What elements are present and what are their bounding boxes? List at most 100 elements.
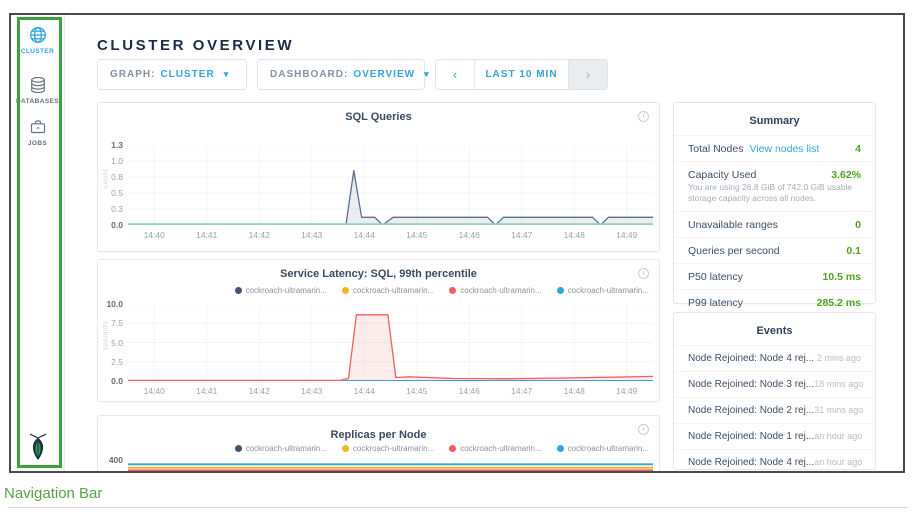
x-tick-label: 14:41 [196,386,217,396]
y-tick-label: 1.3 [98,140,123,150]
event-time: 2 mins ago [817,353,861,363]
sidebar-item-jobs[interactable]: JOBS [11,117,64,147]
cockroachdb-logo[interactable] [11,433,64,466]
graph-dropdown[interactable]: GRAPH: CLUSTER ▾ [97,59,247,90]
x-tick-label: 14:49 [616,386,637,396]
admin-ui-window: CLUSTER DATABASES JOBS [9,13,905,473]
x-tick-label: 14:40 [144,386,165,396]
chart-sql-queries: SQL Queries i count 1.31.00.80.50.30.0 1… [97,102,660,252]
legend-label: cockroach-ultramarin... [568,286,649,295]
summary-row-capacity: Capacity Used 3.62% [674,161,875,182]
legend-label: cockroach-ultramarin... [568,444,649,453]
summary-value: 0 [855,219,861,231]
info-icon[interactable]: i [638,111,649,122]
time-next-button[interactable]: › [568,60,607,89]
legend-item[interactable]: cockroach-ultramarin... [235,286,327,295]
chevron-right-icon: › [586,67,590,82]
legend-dot-icon [557,445,564,452]
y-tick-label: 400 [98,455,123,465]
y-tick-label: 10.0 [98,299,123,309]
chart-legend: cockroach-ultramarin... cockroach-ultrama… [235,444,649,453]
legend-label: cockroach-ultramarin... [353,286,434,295]
summary-label: Unavailable ranges [688,219,778,231]
summary-label: Queries per second [688,245,780,257]
legend-dot-icon [449,287,456,294]
view-nodes-list-link[interactable]: View nodes list [749,143,819,155]
globe-icon [11,25,64,45]
legend-item[interactable]: cockroach-ultramarin... [557,444,649,453]
y-tick-label: 0.0 [98,376,123,386]
graph-dropdown-value: CLUSTER [160,69,214,80]
legend-item[interactable]: cockroach-ultramarin... [449,286,541,295]
summary-row-total-nodes: Total Nodes View nodes list 4 [674,135,875,161]
x-tick-label: 14:42 [249,386,270,396]
summary-label: Capacity Used [688,169,756,181]
sql-queries-plot [128,145,653,225]
legend-item[interactable]: cockroach-ultramarin... [342,286,434,295]
sidebar-item-cluster[interactable]: CLUSTER [11,25,64,55]
databases-icon [11,75,64,95]
event-time: an hour ago [814,457,862,467]
y-tick-label: 0.3 [98,204,123,214]
summary-title: Summary [674,115,875,127]
x-tick-label: 14:45 [406,230,427,240]
summary-row-p50: P50 latency 10.5 ms [674,263,875,289]
legend-label: cockroach-ultramarin... [460,444,541,453]
legend-item[interactable]: cockroach-ultramarin... [342,444,434,453]
y-tick-label: 7.5 [98,318,123,328]
y-tick-label: 5.0 [98,338,123,348]
legend-item[interactable]: cockroach-ultramarin... [449,444,541,453]
x-tick-label: 14:40 [144,230,165,240]
event-text: Node Rejoined: Node 4 rej... [688,457,814,468]
x-tick-label: 14:42 [249,230,270,240]
x-tick-label: 14:41 [196,230,217,240]
info-icon[interactable]: i [638,268,649,279]
y-tick-label: 0.0 [98,220,123,230]
chevron-down-icon: ▾ [224,69,230,80]
summary-value: 0.1 [846,245,861,257]
annotation-caption: Navigation Bar [4,485,102,502]
dashboard-dropdown-label: DASHBOARD: [270,69,348,80]
time-prev-button[interactable]: ‹ [436,60,475,89]
graph-dropdown-label: GRAPH: [110,69,155,80]
legend-label: cockroach-ultramarin... [246,286,327,295]
chart-service-latency: Service Latency: SQL, 99th percentile i … [97,259,660,402]
chart-title: Replicas per Node [98,429,659,441]
legend-item[interactable]: cockroach-ultramarin... [557,286,649,295]
x-tick-label: 14:44 [354,386,375,396]
dashboard-dropdown[interactable]: DASHBOARD: OVERVIEW ▾ [257,59,425,90]
sidebar-item-databases[interactable]: DATABASES [11,75,64,105]
chevron-down-icon: ▾ [424,69,430,80]
legend-item[interactable]: cockroach-ultramarin... [235,444,327,453]
service-latency-plot [128,304,653,381]
summary-value: 10.5 ms [822,271,861,283]
summary-row-unavailable-ranges: Unavailable ranges 0 [674,211,875,237]
event-text: Node Rejoined: Node 4 rej... [688,353,814,364]
chart-legend: cockroach-ultramarin... cockroach-ultrama… [235,286,649,295]
event-text: Node Rejoined: Node 2 rej... [688,405,814,416]
dashboard-dropdown-value: OVERVIEW [353,69,415,80]
y-tick-label: 0.5 [98,188,123,198]
summary-label: P50 latency [688,271,743,283]
chart-title: Service Latency: SQL, 99th percentile [98,268,659,280]
event-text: Node Rejoined: Node 1 rej... [688,431,814,442]
page-divider [8,507,907,508]
legend-label: cockroach-ultramarin... [353,444,434,453]
x-tick-label: 14:46 [459,230,480,240]
x-tick-label: 14:48 [564,386,585,396]
time-range-label: LAST 10 MIN [475,60,568,89]
event-row: Node Rejoined: Node 3 rej... 18 mins ago [674,371,875,397]
chart-title: SQL Queries [98,111,659,123]
navigation-bar: CLUSTER DATABASES JOBS [11,15,65,471]
legend-dot-icon [235,287,242,294]
x-tick-label: 14:43 [301,230,322,240]
y-tick-label: 0.8 [98,172,123,182]
capacity-note: You are using 26.8 GiB of 742.0 GiB usab… [674,182,875,211]
legend-dot-icon [235,445,242,452]
info-icon[interactable]: i [638,424,649,435]
x-tick-label: 14:47 [511,386,532,396]
event-row: Node Rejoined: Node 4 rej... 2 mins ago [674,345,875,371]
x-tick-label: 14:49 [616,230,637,240]
summary-value: 285.2 ms [817,297,861,309]
x-tick-label: 14:45 [406,386,427,396]
